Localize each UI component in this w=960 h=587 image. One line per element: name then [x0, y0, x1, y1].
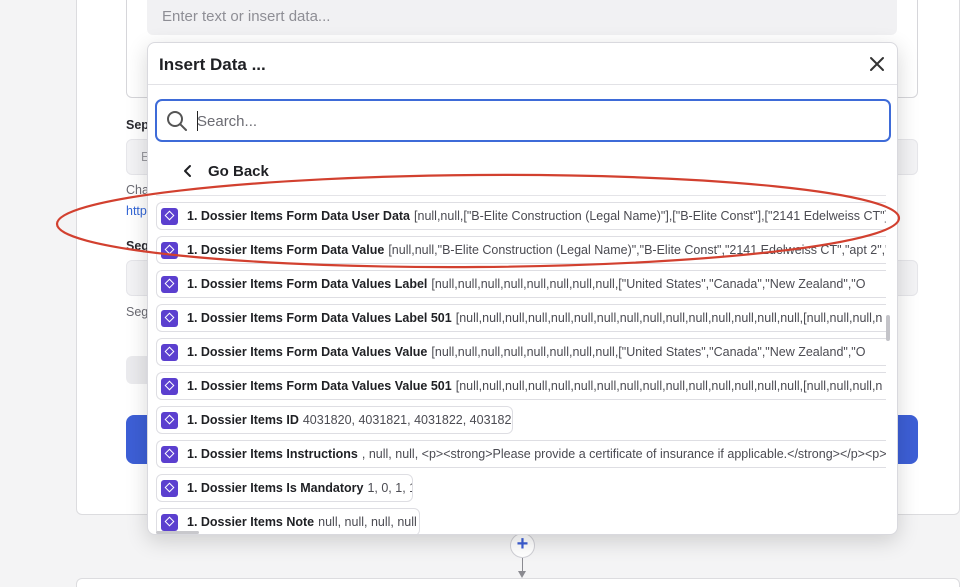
field-label: Sep	[126, 118, 149, 132]
list-item[interactable]: 1. Dossier Items ID 4031820, 4031821, 40…	[156, 406, 513, 434]
list-item[interactable]: 1. Dossier Items Form Data Values Value …	[156, 338, 886, 366]
item-value: [null,null,null,null,null,null,null,null…	[455, 379, 883, 393]
list-item[interactable]: 1. Dossier Items Instructions , null, nu…	[156, 440, 886, 468]
item-label: 1. Dossier Items Form Data Values Label …	[187, 311, 452, 325]
app-icon	[161, 207, 178, 225]
item-value: [null,null,"B-Elite Construction (Legal …	[388, 243, 886, 257]
search-icon	[167, 111, 187, 131]
item-value: , null, null, <p><strong>Please provide …	[361, 447, 886, 461]
go-back-label: Go Back	[208, 162, 269, 180]
item-value: null, null, null, null	[318, 515, 417, 529]
close-icon[interactable]	[866, 53, 888, 75]
item-value: [null,null,null,null,null,null,null,null…	[455, 311, 883, 325]
app-icon	[161, 479, 178, 497]
vertical-scrollbar[interactable]	[886, 315, 890, 341]
item-value: [null,null,["B-Elite Construction (Legal…	[414, 209, 886, 223]
item-label: 1. Dossier Items Form Data Values Label	[187, 277, 428, 291]
item-label: 1. Dossier Items Is Mandatory	[187, 481, 364, 495]
text-input-top[interactable]: Enter text or insert data...	[147, 0, 897, 35]
item-label: 1. Dossier Items Form Data User Data	[187, 209, 411, 223]
segment-help: Seg	[126, 305, 149, 319]
app-icon	[161, 309, 178, 327]
app-icon	[161, 241, 178, 259]
item-label: 1. Dossier Items Form Data Values Value	[187, 345, 428, 359]
item-value: [null,null,null,null,null,null,null,null…	[431, 277, 866, 291]
divider	[156, 195, 886, 196]
item-label: 1. Dossier Items Note	[187, 515, 315, 529]
item-label: 1. Dossier Items ID	[187, 413, 299, 427]
item-value: [null,null,null,null,null,null,null,null…	[431, 345, 866, 359]
app-icon	[161, 377, 178, 395]
connector-arrow-icon	[518, 571, 526, 578]
horizontal-scrollbar[interactable]	[156, 531, 199, 534]
list-item[interactable]: 1. Dossier Items Form Data User Data [nu…	[156, 202, 886, 230]
help-text: Cha	[126, 183, 149, 197]
text-caret	[197, 111, 198, 131]
list-item[interactable]: 1. Dossier Items Form Data Values Label …	[156, 304, 886, 332]
app-icon	[161, 275, 178, 293]
app-icon	[161, 343, 178, 361]
data-field-list: 1. Dossier Items Form Data User Data [nu…	[156, 199, 886, 534]
list-item[interactable]: 1. Dossier Items Form Data Values Value …	[156, 372, 886, 400]
go-back-button[interactable]: Go Back	[181, 159, 269, 183]
search-box[interactable]	[155, 99, 891, 142]
item-label: 1. Dossier Items Instructions	[187, 447, 358, 461]
help-link[interactable]: http	[126, 204, 147, 218]
list-item[interactable]: 1. Dossier Items Form Data Values Label …	[156, 270, 886, 298]
app-icon	[161, 411, 178, 429]
search-input[interactable]	[197, 109, 877, 133]
insert-data-popup: Insert Data ... Go Back 1. Dossier Items…	[147, 42, 898, 535]
popup-header: Insert Data ...	[148, 43, 897, 85]
segment-label: Seg	[126, 239, 149, 253]
item-value: 1, 0, 1, 1	[367, 481, 413, 495]
item-label: 1. Dossier Items Form Data Value	[187, 243, 385, 257]
add-step-button[interactable]: +	[510, 533, 535, 558]
item-label: 1. Dossier Items Form Data Values Value …	[187, 379, 452, 393]
chevron-left-icon	[184, 165, 191, 177]
popup-title: Insert Data ...	[159, 55, 266, 74]
item-value: 4031820, 4031821, 4031822, 4031823	[302, 413, 513, 427]
list-item[interactable]: 1. Dossier Items Form Data Value [null,n…	[156, 236, 886, 264]
list-item[interactable]: 1. Dossier Items Is Mandatory 1, 0, 1, 1	[156, 474, 413, 502]
connector-line	[522, 558, 523, 572]
next-step-card[interactable]	[76, 578, 960, 587]
app-icon	[161, 513, 178, 531]
app-icon	[161, 445, 178, 463]
